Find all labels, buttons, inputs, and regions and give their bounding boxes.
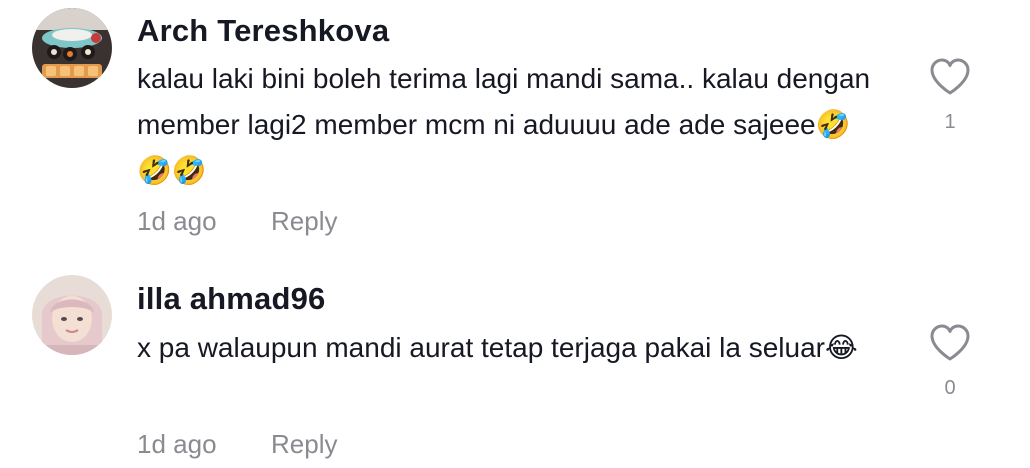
like-button[interactable] (928, 57, 972, 97)
heart-outline-icon (930, 58, 970, 95)
like-count: 0 (944, 377, 956, 399)
comment-item: illa ahmad96 x pa walaupun mandi aurat t… (0, 265, 1030, 468)
comment-timestamp: 1d ago (137, 206, 217, 236)
heart-outline-icon (930, 324, 970, 361)
comment-meta: 1d ago Reply (137, 429, 337, 460)
avatar-portrait-image (32, 275, 112, 355)
reply-button[interactable]: Reply (271, 206, 337, 236)
like-button[interactable] (928, 323, 972, 363)
like-count: 1 (944, 111, 956, 133)
avatar[interactable] (32, 8, 112, 88)
comment-username[interactable]: illa ahmad96 (137, 281, 326, 317)
comment-meta: 1d ago Reply (137, 206, 337, 237)
comment-text: x pa walaupun mandi aurat tetap terjaga … (137, 332, 858, 363)
comment-timestamp: 1d ago (137, 429, 217, 459)
avatar-food-image (32, 8, 112, 88)
comment-username[interactable]: Arch Tereshkova (137, 13, 389, 49)
comment-text: kalau laki bini boleh terima lagi mandi … (137, 63, 871, 186)
comment-item: Arch Tereshkova kalau laki bini boleh te… (0, 0, 1030, 250)
reply-button[interactable]: Reply (271, 429, 337, 459)
avatar[interactable] (32, 275, 112, 355)
